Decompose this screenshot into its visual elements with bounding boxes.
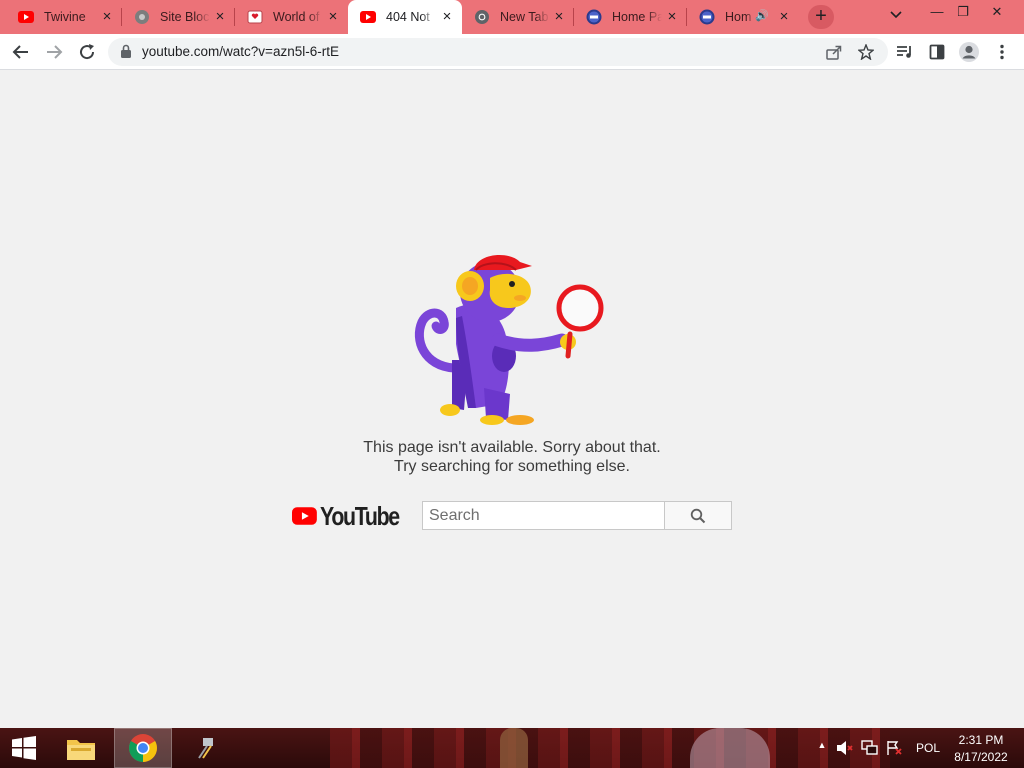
tab-home-audio[interactable]: Hom 🔊 × [687,0,799,34]
error-message-line2: Try searching for something else. [394,458,630,475]
url-text[interactable]: youtube.com/watc?v=azn5l-6-rtE [142,44,339,59]
cards-icon [247,9,263,25]
more-vert-icon [1000,44,1004,60]
close-tab-icon[interactable]: × [100,9,114,24]
tab-title: World of [273,10,320,24]
wallpaper-figure [690,728,770,768]
connection-icon [198,738,213,759]
close-tab-icon[interactable]: × [440,9,454,24]
youtube-icon [18,9,34,25]
clock-time[interactable]: 2:31 PM [950,733,1012,747]
avatar-icon [959,42,979,62]
pbs-kids-icon [699,9,715,25]
close-tab-icon[interactable]: × [665,9,679,24]
search-button[interactable] [664,501,732,530]
share-icon[interactable] [824,42,844,62]
menu-button[interactable] [990,40,1014,64]
youtube-wordmark: YouTube [319,500,400,531]
start-button[interactable] [0,728,48,768]
youtube-logo[interactable]: YouTube [292,501,416,531]
bookmark-star-icon[interactable] [856,42,876,62]
tab-title: Home Pa [612,10,662,24]
chrome-taskbar-button[interactable] [114,728,172,768]
tray-overflow-arrow[interactable]: ▲ [816,740,828,750]
folder-icon [67,740,95,760]
profile-button[interactable] [957,40,981,64]
side-panel-icon [929,44,945,60]
address-bar[interactable]: youtube.com/watc?v=azn5l-6-rtE [108,38,888,66]
youtube-play-icon [292,507,317,525]
file-explorer-button[interactable] [58,728,104,768]
clock-date[interactable]: 8/17/2022 [950,750,1012,764]
error-message-line1: This page isn't available. Sorry about t… [363,439,661,456]
tab-new-tab[interactable]: New Tab × [462,0,574,34]
tab-strip: Twivine × Site Blocked × World of × 404 … [0,0,1024,34]
search-input[interactable] [422,501,665,530]
tab-404-not-found[interactable]: 404 Not × [348,0,462,34]
browser-toolbar: youtube.com/watc?v=azn5l-6-rtE [0,34,1024,70]
tab-title: 404 Not [386,10,430,24]
close-tab-icon[interactable]: × [777,9,791,24]
new-tab-button[interactable]: + [808,5,834,29]
lock-icon[interactable] [120,44,132,64]
restore-button[interactable]: ❐ [948,2,978,22]
tab-title: Site Blocked [160,10,210,24]
back-button[interactable] [9,40,33,64]
tab-title: New Tab [500,10,549,24]
media-queue-icon [897,46,911,58]
reload-icon [80,44,95,60]
youtube-icon [360,9,376,25]
chrome-icon [474,9,490,25]
action-center-flag-icon[interactable] [882,728,906,768]
forward-button[interactable] [42,40,66,64]
tab-title: Hom [725,10,752,24]
tab-search-button[interactable] [890,8,902,22]
tab-home-page[interactable]: Home Pa × [574,0,687,34]
arrow-right-icon [47,45,63,59]
close-tab-icon[interactable]: × [552,9,566,24]
arrow-left-icon [12,45,28,59]
search-icon [690,508,706,523]
close-tab-icon[interactable]: × [326,9,340,24]
tab-site-blocked[interactable]: Site Blocked × [122,0,235,34]
close-tab-icon[interactable]: × [213,9,227,24]
tab-twivine[interactable]: Twivine × [0,0,122,34]
network-icon[interactable] [858,728,882,768]
network-tool-button[interactable] [182,728,228,768]
close-window-button[interactable]: ✕ [982,2,1012,22]
monkey-illustration [414,255,604,425]
language-indicator[interactable]: POL [912,741,944,755]
side-panel-button[interactable] [925,40,949,64]
pbs-kids-icon [586,9,602,25]
tab-world-of[interactable]: World of × [235,0,348,34]
globe-icon [134,9,150,25]
wallpaper-figure [500,728,528,768]
windows-logo-icon [12,736,36,760]
media-control-button[interactable] [893,40,917,64]
wallpaper-strip [330,728,890,768]
windows-taskbar: ▲ POL 2:31 PM 8/17/2022 [0,728,1024,768]
tab-title: Twivine [44,10,86,24]
volume-muted-icon[interactable] [834,728,856,768]
speaker-icon[interactable]: 🔊 [755,9,769,22]
reload-button[interactable] [75,40,99,64]
chrome-icon [129,734,157,762]
